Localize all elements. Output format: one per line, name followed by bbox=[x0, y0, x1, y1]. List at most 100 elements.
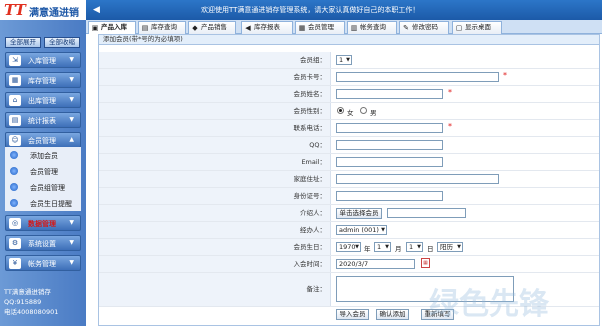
address-label: 家庭住址： bbox=[99, 171, 331, 187]
member-group-select[interactable]: 1 ▼ bbox=[336, 55, 352, 65]
tab-label: 修改密码 bbox=[412, 23, 438, 31]
handler-value: admin (001) bbox=[339, 226, 379, 234]
sidebar-item-inventory[interactable]: ▦ 库存管理 ▼ bbox=[5, 72, 81, 88]
chevron-down-icon: ▼ bbox=[69, 56, 74, 63]
gender-female-radio[interactable] bbox=[337, 107, 344, 114]
bullet-icon bbox=[10, 183, 18, 191]
sidebar-item-label: 帐务管理 bbox=[28, 260, 56, 268]
bullet-icon bbox=[10, 151, 18, 159]
box-icon: ▣ bbox=[91, 24, 99, 32]
email-input[interactable] bbox=[336, 157, 443, 167]
sidebar: 全部展开 全部收缩 ⇲ 入库管理 ▼ ▦ 库存管理 ▼ ⌂ 出库管理 ▼ ▤ 统… bbox=[0, 20, 86, 326]
sidebar-item-inbound[interactable]: ⇲ 入库管理 ▼ bbox=[5, 52, 81, 68]
import-members-button[interactable]: 导入会员 bbox=[336, 309, 369, 320]
tab-inventory-query[interactable]: ▤ 库存查询 bbox=[138, 21, 186, 34]
sidebar-item-label: 数据管理 bbox=[28, 220, 56, 228]
birthday-label: 会员生日： bbox=[99, 239, 331, 255]
collapse-all-button[interactable]: 全部收缩 bbox=[44, 37, 80, 48]
handler-select[interactable]: admin (001) ▼ bbox=[336, 225, 387, 235]
inbound-icon: ⇲ bbox=[9, 55, 21, 66]
chevron-down-icon: ▼ bbox=[69, 259, 74, 266]
row-handler: 经办人： admin (001) ▼ bbox=[99, 222, 599, 239]
calendar-type-select[interactable]: 阳历 ▼ bbox=[437, 242, 463, 252]
phone-label: 联系电话： bbox=[99, 120, 331, 136]
sidebar-item-label: 入库管理 bbox=[28, 57, 56, 65]
tab-product-inbound[interactable]: ▣ 产品入库 bbox=[88, 21, 136, 34]
submenu-item-add-member[interactable]: 添加会员 bbox=[5, 147, 81, 163]
app-window: TT 满意通进销存 ◀ 欢迎使用TT满意通进销存管理系统，请大家认真做好自己的本… bbox=[0, 0, 602, 326]
referrer-input[interactable] bbox=[387, 208, 466, 218]
tab-show-desktop[interactable]: ▢ 显示桌面 bbox=[452, 21, 502, 34]
sidebar-item-outbound[interactable]: ⌂ 出库管理 ▼ bbox=[5, 92, 81, 108]
chevron-down-icon: ▼ bbox=[355, 244, 359, 250]
chevron-down-icon: ▼ bbox=[69, 219, 74, 226]
sidebar-item-members[interactable]: ☺ 会员管理 ▲ bbox=[5, 132, 81, 148]
qq-input[interactable] bbox=[336, 140, 443, 150]
birth-day-value: 1 bbox=[409, 243, 414, 251]
row-address: 家庭住址： bbox=[99, 171, 599, 188]
join-date-input[interactable]: 2020/3/7 bbox=[336, 259, 415, 269]
tab-label: 产品销售 bbox=[201, 23, 227, 31]
sidebar-item-label: 会员管理 bbox=[28, 137, 56, 145]
sidebar-item-reports[interactable]: ▤ 统计报表 ▼ bbox=[5, 112, 81, 128]
id-card-input[interactable] bbox=[336, 191, 443, 201]
welcome-message: 欢迎使用TT满意通进销存管理系统，请大家认真做好自己的本职工作！ bbox=[201, 6, 420, 14]
tab-product-sales[interactable]: ◆ 产品销售 bbox=[188, 21, 236, 34]
calendar-icon[interactable]: ▦ bbox=[421, 258, 430, 268]
chevron-down-icon: ▼ bbox=[381, 227, 385, 233]
sidebar-footer: TT满意通进销存 QQ:915889 电话4008080901 bbox=[4, 287, 86, 317]
contact-phone: 电话4008080901 bbox=[4, 308, 59, 316]
tab-accounts-query[interactable]: ▥ 帐务查询 bbox=[347, 21, 397, 34]
address-input[interactable] bbox=[336, 174, 499, 184]
tab-change-password[interactable]: ✎ 修改密码 bbox=[399, 21, 449, 34]
submenu-item-member-management[interactable]: 会员管理 bbox=[5, 163, 81, 179]
birth-year-select[interactable]: 1970 ▼ bbox=[336, 242, 361, 252]
top-bar: TT 满意通进销存 ◀ 欢迎使用TT满意通进销存管理系统，请大家认真做好自己的本… bbox=[0, 0, 602, 34]
document-icon: ▤ bbox=[141, 24, 149, 32]
phone-input[interactable] bbox=[336, 123, 443, 133]
calendar-type-value: 阳历 bbox=[440, 243, 453, 251]
speaker-icon: ◀ bbox=[245, 24, 251, 32]
id-card-label: 身份证号： bbox=[99, 188, 331, 204]
chevron-down-icon: ▼ bbox=[417, 244, 421, 250]
birth-year-value: 1970 bbox=[339, 243, 356, 251]
tab-member-management[interactable]: ▦ 会员管理 bbox=[295, 21, 345, 34]
birth-day-select[interactable]: 1 ▼ bbox=[406, 242, 423, 252]
members-icon: ☺ bbox=[9, 135, 21, 146]
database-icon: ◎ bbox=[9, 218, 21, 229]
contact-qq: TT满意通进销存 QQ:915889 bbox=[4, 288, 51, 306]
chevron-down-icon: ▼ bbox=[385, 244, 389, 250]
collapse-sidebar-icon[interactable]: ◀ bbox=[93, 4, 105, 16]
sidebar-item-label: 出库管理 bbox=[28, 97, 56, 105]
confirm-add-button[interactable]: 确认添加 bbox=[376, 309, 409, 320]
sidebar-item-system-settings[interactable]: ⚙ 系统设置 ▼ bbox=[5, 235, 81, 251]
sidebar-item-label: 库存管理 bbox=[28, 77, 56, 85]
member-name-input[interactable] bbox=[336, 89, 443, 99]
gender-female-label: 女 bbox=[347, 109, 354, 117]
birth-month-select[interactable]: 1 ▼ bbox=[374, 242, 391, 252]
tab-label: 库存报表 bbox=[254, 23, 280, 31]
referrer-label: 介绍人： bbox=[99, 205, 331, 221]
required-mark: * bbox=[503, 71, 507, 80]
chevron-down-icon: ▼ bbox=[69, 116, 74, 123]
chevron-down-icon: ▼ bbox=[69, 96, 74, 103]
submenu-item-member-groups[interactable]: 会员组管理 bbox=[5, 179, 81, 195]
sidebar-item-accounts[interactable]: ¥ 帐务管理 ▼ bbox=[5, 255, 81, 271]
row-join-date: 入会时间： 2020/3/7 ▦ bbox=[99, 256, 599, 273]
book-icon: ▥ bbox=[350, 24, 358, 32]
card-number-input[interactable] bbox=[336, 72, 499, 82]
select-member-button[interactable]: 单击选择会员 bbox=[336, 208, 382, 219]
gender-male-label: 男 bbox=[370, 109, 377, 117]
birth-month-value: 1 bbox=[377, 243, 382, 251]
tab-bar: ▣ 产品入库 ▤ 库存查询 ◆ 产品销售 ◀ 库存报表 ▦ 会员管理 ▥ 帐务查… bbox=[86, 20, 602, 34]
month-unit: 月 bbox=[395, 245, 402, 253]
outbound-icon: ⌂ bbox=[9, 95, 21, 106]
sidebar-item-data-management[interactable]: ◎ 数据管理 ▼ bbox=[5, 215, 81, 231]
tab-inventory-report[interactable]: ◀ 库存报表 bbox=[241, 21, 293, 34]
row-referrer: 介绍人： 单击选择会员 bbox=[99, 205, 599, 222]
submenu-item-birthday-reminder[interactable]: 会员生日提醒 bbox=[5, 195, 81, 211]
row-card-number: 会员卡号： * bbox=[99, 69, 599, 86]
chevron-down-icon: ▼ bbox=[69, 239, 74, 246]
gender-male-radio[interactable] bbox=[360, 107, 367, 114]
expand-all-button[interactable]: 全部展开 bbox=[5, 37, 41, 48]
